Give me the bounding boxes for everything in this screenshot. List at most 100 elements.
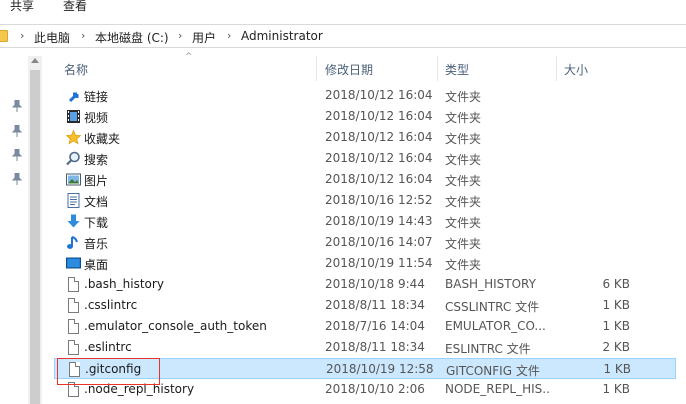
file-row[interactable]: .node_repl_history 2018/10/10 2:06 NODE_RE… [54, 379, 676, 400]
file-name: .bash_history [84, 277, 164, 291]
file-name: .emulator_console_auth_token [84, 319, 267, 333]
file-row[interactable]: 视频 2018/10/12 16:04 文件夹 [54, 106, 676, 127]
file-modified-date: 2018/8/11 18:34 [325, 298, 425, 312]
link-folder-icon [66, 88, 81, 103]
file-modified-date: 2018/7/16 14:04 [325, 319, 425, 333]
file-row[interactable]: 桌面 2018/10/19 11:54 文件夹 [54, 253, 676, 274]
file-list: 链接 2018/10/12 16:04 文件夹 视频 2018/10/12 16:04 文… [42, 80, 686, 404]
file-modified-date: 2018/10/12 16:04 [325, 151, 433, 165]
file-type: CSSLINTRC 文件 [445, 300, 540, 314]
file-modified-date: 2018/10/12 16:04 [325, 130, 433, 144]
file-type: 文件夹 [445, 195, 482, 209]
music-folder-icon [66, 235, 81, 250]
file-row[interactable]: 图片 2018/10/12 16:04 文件夹 [54, 169, 676, 190]
file-modified-date: 2018/10/16 12:52 [325, 193, 433, 207]
file-size: 1 KB [602, 298, 630, 312]
file-size: 2 KB [602, 340, 630, 354]
file-type: EMULATOR_CO... [445, 319, 546, 333]
breadcrumb-administrator[interactable]: Administrator [241, 29, 323, 43]
address-bar[interactable]: › 此电脑 › 本地磁盘 (C:) › 用户 › Administrator [0, 24, 686, 48]
file-modified-date: 2018/10/19 12:58 [326, 362, 434, 376]
file-icon [66, 340, 81, 355]
column-divider[interactable] [556, 56, 557, 81]
file-name: .node_repl_history [84, 382, 195, 396]
file-type: 文件夹 [445, 237, 482, 251]
column-size[interactable]: 大小 [564, 61, 588, 78]
file-type: BASH_HISTORY [445, 277, 536, 291]
file-type: 文件夹 [445, 258, 482, 272]
file-row[interactable]: .bash_history 2018/10/18 9:44 BASH_HISTORY… [54, 274, 676, 295]
file-name: 文档 [84, 195, 109, 209]
file-icon [66, 382, 81, 397]
sort-up-icon: ^ [185, 52, 193, 62]
file-icon [67, 362, 82, 377]
tab-share[interactable]: 共享 [10, 0, 34, 14]
file-name: 视频 [84, 111, 109, 125]
scroll-thumb[interactable] [30, 70, 40, 404]
column-divider[interactable] [316, 56, 317, 81]
pin-icon[interactable] [12, 149, 22, 161]
star-folder-icon [65, 129, 82, 145]
file-modified-date: 2018/8/11 18:34 [325, 340, 425, 354]
chevron-right-icon: › [81, 29, 86, 42]
file-name: .csslintrc [84, 298, 138, 312]
tab-view[interactable]: 查看 [63, 0, 87, 14]
file-row[interactable]: 收藏夹 2018/10/12 16:04 文件夹 [54, 127, 676, 148]
file-row[interactable]: 下载 2018/10/19 14:43 文件夹 [54, 211, 676, 232]
file-type: GITCONFIG 文件 [446, 364, 540, 378]
desktop-folder-icon [66, 256, 81, 271]
file-name: .gitconfig [85, 362, 142, 376]
file-row[interactable]: .emulator_console_auth_token 2018/7/16 14… [54, 316, 676, 337]
file-type: 文件夹 [445, 90, 482, 104]
breadcrumb-users[interactable]: 用户 [192, 29, 216, 46]
file-name: .eslintrc [84, 340, 132, 354]
file-row[interactable]: 音乐 2018/10/16 14:07 文件夹 [54, 232, 676, 253]
file-row[interactable]: .gitconfig 2018/10/19 12:58 GITCONFIG 文件 1 … [54, 358, 676, 379]
file-row[interactable]: .csslintrc 2018/8/11 18:34 CSSLINTRC 文件 1 K… [54, 295, 676, 316]
vertical-scrollbar[interactable] [28, 56, 42, 404]
file-name: 搜索 [84, 153, 109, 167]
file-modified-date: 2018/10/12 16:04 [325, 88, 433, 102]
file-size: 1 KB [603, 362, 631, 376]
file-type: 文件夹 [445, 153, 482, 167]
column-name[interactable]: 名称 [64, 61, 88, 78]
file-size: 6 KB [602, 277, 630, 291]
file-icon [66, 298, 81, 313]
file-type: NODE_REPL_HIS... [445, 382, 549, 396]
chevron-right-icon: › [227, 29, 232, 42]
file-modified-date: 2018/10/18 9:44 [325, 277, 425, 291]
pin-icon[interactable] [12, 100, 22, 112]
pin-icon[interactable] [12, 173, 22, 185]
file-row[interactable]: 链接 2018/10/12 16:04 文件夹 [54, 85, 676, 106]
file-row[interactable]: 搜索 2018/10/12 16:04 文件夹 [54, 148, 676, 169]
column-date[interactable]: 修改日期 [325, 61, 373, 78]
chevron-right-icon: › [178, 29, 183, 42]
ribbon: 共享 查看 [0, 0, 686, 20]
column-divider[interactable] [437, 56, 438, 81]
file-modified-date: 2018/10/12 16:04 [325, 109, 433, 123]
file-row[interactable]: .eslintrc 2018/8/11 18:34 ESLINTRC 文件 2 KB [54, 337, 676, 358]
file-row[interactable]: 文档 2018/10/16 12:52 文件夹 [54, 190, 676, 211]
breadcrumb-local-disk[interactable]: 本地磁盘 (C:) [95, 29, 169, 46]
breadcrumb-this-pc[interactable]: 此电脑 [34, 29, 70, 46]
file-type: 文件夹 [445, 216, 482, 230]
file-modified-date: 2018/10/10 2:06 [325, 382, 425, 396]
file-modified-date: 2018/10/12 16:04 [325, 172, 433, 186]
file-size: 1 KB [602, 382, 630, 396]
chevron-right-icon: › [20, 29, 25, 42]
search-folder-icon [66, 151, 81, 166]
downloads-folder-icon [66, 214, 81, 229]
file-name: 音乐 [84, 237, 109, 251]
file-modified-date: 2018/10/19 11:54 [325, 256, 433, 270]
video-folder-icon [66, 109, 81, 124]
file-name: 链接 [84, 90, 109, 104]
pin-icon[interactable] [12, 125, 22, 137]
column-type[interactable]: 类型 [445, 61, 469, 78]
column-header: ^ 名称 修改日期 类型 大小 [42, 52, 686, 81]
file-type: ESLINTRC 文件 [445, 342, 531, 356]
scroll-up-icon[interactable] [31, 58, 39, 63]
file-name: 桌面 [84, 258, 109, 272]
file-icon [66, 277, 81, 292]
file-type: 文件夹 [445, 111, 482, 125]
pictures-folder-icon [66, 172, 81, 187]
